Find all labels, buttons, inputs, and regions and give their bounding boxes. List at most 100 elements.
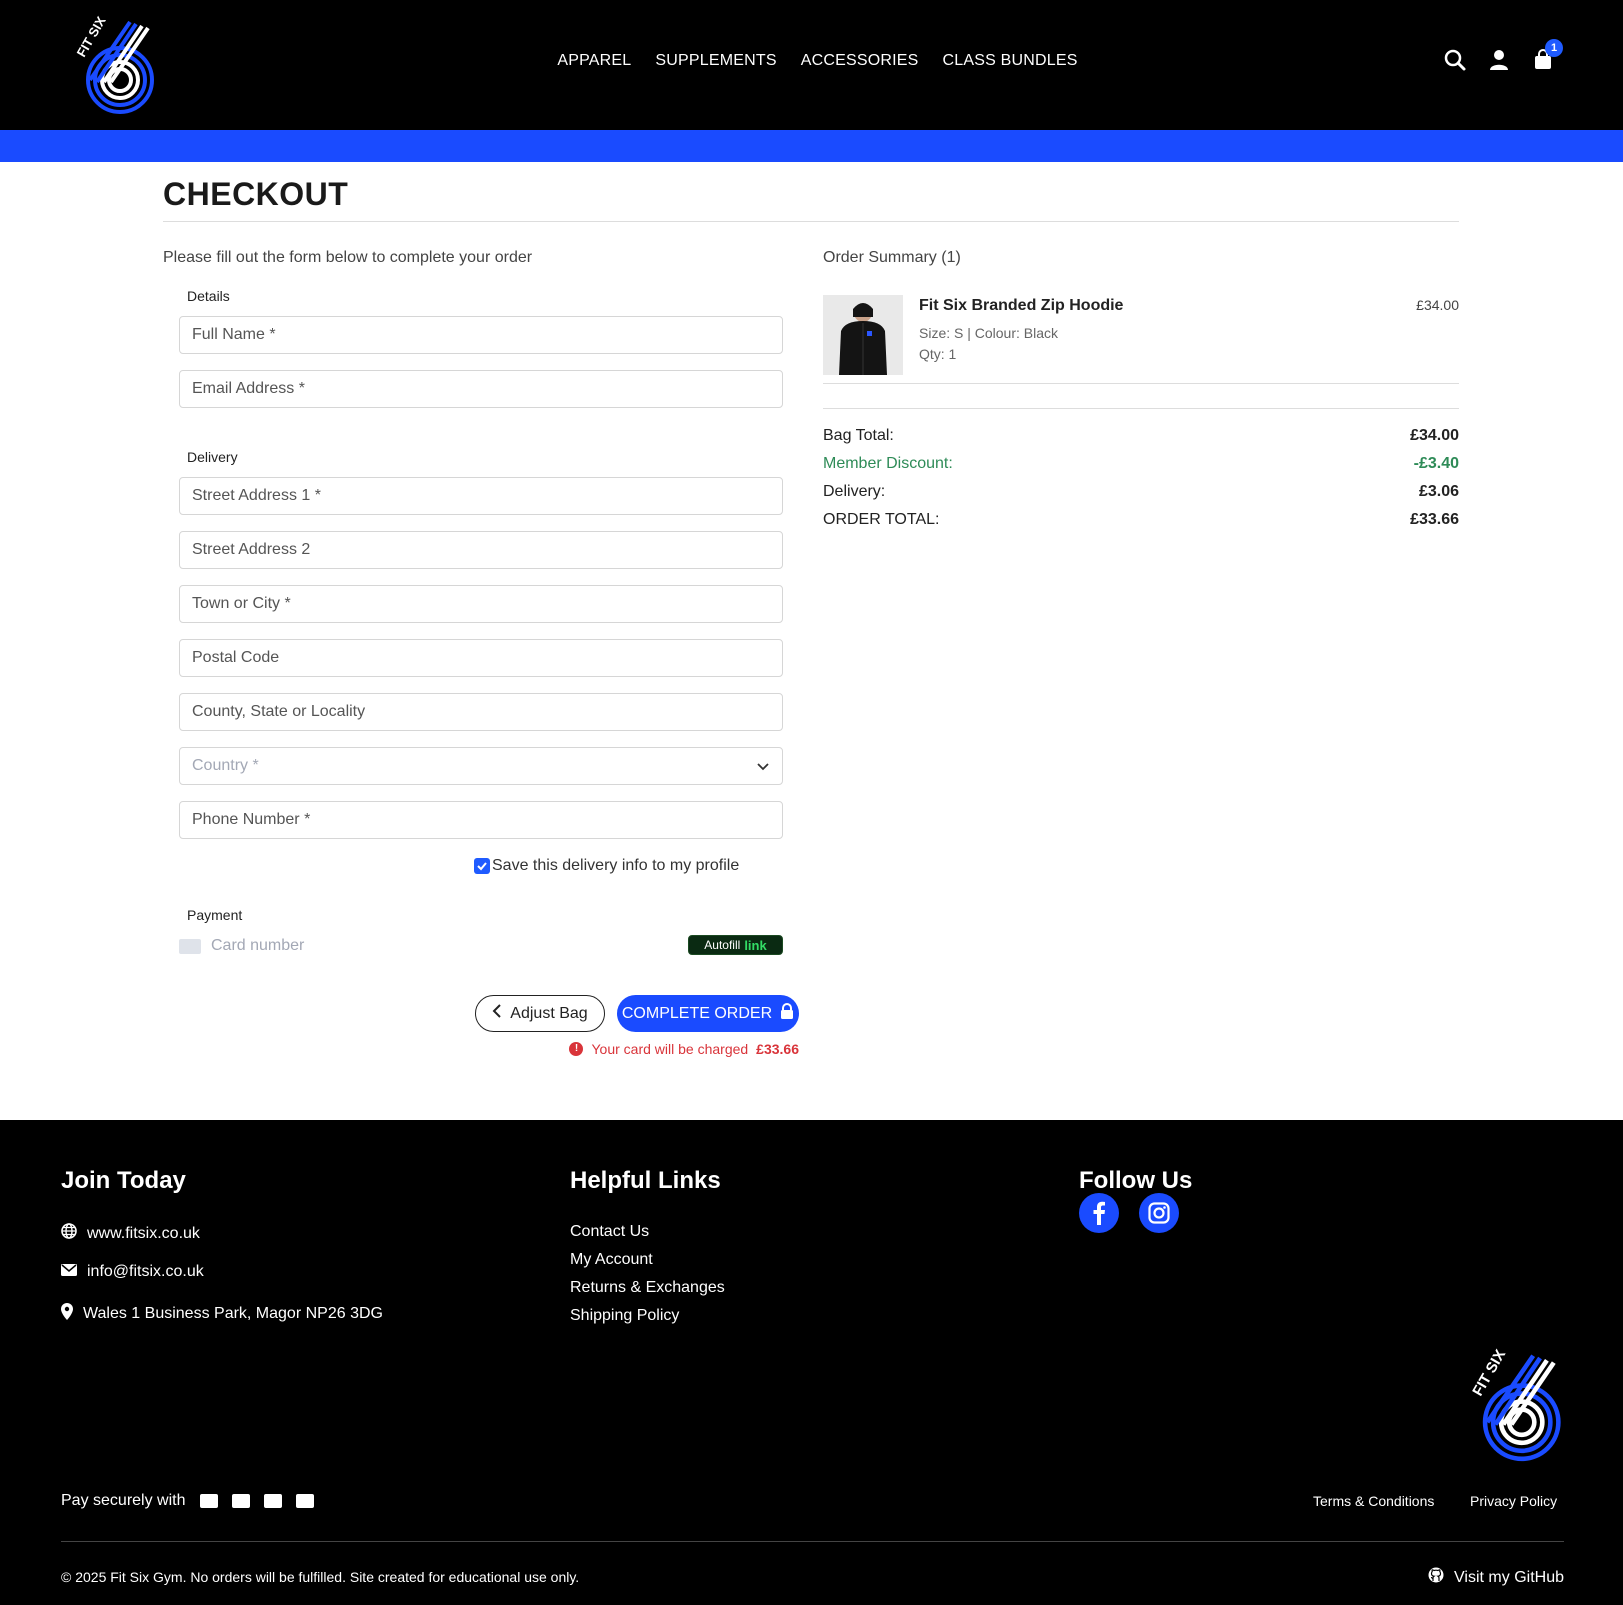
product-name[interactable]: Fit Six Branded Zip Hoodie [919,297,1123,315]
follow-us-heading: Follow Us [1079,1167,1193,1194]
county-field[interactable]: County, State or Locality [179,693,783,731]
bag-total-label: Bag Total: [823,427,894,444]
github-link[interactable]: Visit my GitHub [1428,1567,1564,1588]
copyright-text: © 2025 Fit Six Gym. No orders will be fu… [61,1569,580,1585]
town-city-field[interactable]: Town or City * [179,585,783,623]
website-link[interactable]: www.fitsix.co.uk [87,1225,200,1243]
phone-number-field[interactable]: Phone Number * [179,801,783,839]
details-label: Details [187,288,230,304]
product-variant: Size: S | Colour: Black [919,325,1059,341]
address-line: Wales 1 Business Park, Magor NP26 3DG [61,1303,383,1325]
header-actions: 1 [1443,39,1563,72]
complete-order-label: COMPLETE ORDER [621,1004,773,1022]
order-total-value: £33.66 [1410,511,1459,528]
street-address-1-field[interactable]: Street Address 1 * [179,477,783,515]
join-heading: Join Today [61,1167,186,1194]
privacy-policy-link[interactable]: Privacy Policy [1470,1493,1557,1509]
payment-label: Payment [187,907,243,923]
delivery-label: Delivery [187,449,238,465]
accent-band [0,130,1623,162]
email-line[interactable]: info@fitsix.co.uk [61,1263,204,1281]
facebook-icon[interactable] [1079,1193,1119,1233]
alert-icon: ! [569,1042,584,1056]
charge-amount: £33.66 [756,1041,799,1057]
site-header: FIT SIX APPAREL SUPPLEMENTS ACCESSORIES … [0,0,1623,130]
street-address-2-field[interactable]: Street Address 2 [179,531,783,569]
pay-securely-text: Pay securely with [61,1492,186,1509]
helpful-links-heading: Helpful Links [570,1167,721,1194]
delivery-value: £3.06 [1418,483,1459,500]
country-select[interactable]: Country * [179,747,783,785]
site-footer: Join Today www.fitsix.co.uk info@fitsix.… [0,1120,1623,1605]
nav-apparel[interactable]: APPAREL [557,52,631,70]
complete-order-button[interactable]: COMPLETE ORDER [617,995,799,1032]
summary-divider-totals [823,408,1459,409]
country-select-label: Country * [192,757,259,774]
card-number-field[interactable]: Card number Autofill link [179,934,783,958]
summary-divider [823,383,1459,384]
order-total-label: ORDER TOTAL: [823,511,940,528]
nav-supplements[interactable]: SUPPLEMENTS [655,52,776,70]
link-brand-label: link [744,937,767,953]
credit-card-icon [179,938,201,954]
nav-accessories[interactable]: ACCESSORIES [801,52,919,70]
product-quantity: Qty: 1 [919,346,957,362]
github-icon [1428,1567,1444,1588]
postal-code-field[interactable]: Postal Code [179,639,783,677]
lock-icon [780,1003,794,1024]
terms-link[interactable]: Terms & Conditions [1313,1493,1434,1509]
save-info-label[interactable]: Save this delivery info to my profile [492,857,739,875]
order-summary-title: Order Summary (1) [823,249,961,266]
cart-count-badge: 1 [1545,39,1563,57]
charge-notice: ! Your card will be charged £33.66 [569,1041,799,1057]
main-nav: APPAREL SUPPLEMENTS ACCESSORIES CLASS BU… [0,52,1623,70]
envelope-icon [61,1263,77,1281]
autofill-label: Autofill [704,938,741,952]
mastercard-icon [231,1494,250,1508]
website-line[interactable]: www.fitsix.co.uk [61,1223,200,1244]
my-account-link[interactable]: My Account [570,1251,653,1269]
email-field[interactable]: Email Address * [179,370,783,408]
delivery-row: Delivery: £3.06 [823,483,1459,501]
contact-us-link[interactable]: Contact Us [570,1223,649,1241]
title-divider [163,221,1459,222]
payment-methods: Pay securely with [61,1492,314,1510]
adjust-bag-label: Adjust Bag [510,1004,588,1022]
checkout-intro: Please fill out the form below to comple… [163,249,533,266]
globe-icon [61,1223,77,1244]
returns-exchanges-link[interactable]: Returns & Exchanges [570,1279,725,1297]
address-text: Wales 1 Business Park, Magor NP26 3DG [83,1305,383,1322]
card-icon [295,1494,314,1508]
save-info-row: Save this delivery info to my profile [474,857,739,875]
chevron-down-icon [756,759,770,773]
github-label: Visit my GitHub [1454,1568,1564,1586]
email-link[interactable]: info@fitsix.co.uk [87,1263,204,1281]
bag-total-row: Bag Total: £34.00 [823,427,1459,445]
member-discount-value: -£3.40 [1413,455,1459,472]
map-pin-icon [61,1303,73,1325]
charge-notice-text: Your card will be charged [591,1041,749,1057]
shopping-bag-icon[interactable]: 1 [1531,39,1563,72]
visa-icon [199,1494,218,1508]
amex-icon [263,1494,282,1508]
bag-total-value: £34.00 [1410,427,1459,444]
card-number-placeholder: Card number [211,937,305,954]
product-thumbnail[interactable] [823,295,903,375]
full-name-field[interactable]: Full Name * [179,316,783,354]
delivery-label: Delivery: [823,483,886,500]
autofill-link-button[interactable]: Autofill link [688,935,783,955]
instagram-icon[interactable] [1139,1193,1179,1233]
save-info-checkbox[interactable] [474,858,490,874]
member-discount-label: Member Discount: [823,455,953,472]
search-icon[interactable] [1443,48,1467,72]
footer-divider [61,1541,1564,1542]
chevron-left-icon [492,1004,502,1023]
adjust-bag-button[interactable]: Adjust Bag [475,995,605,1032]
page-title: CHECKOUT [163,176,349,212]
shipping-policy-link[interactable]: Shipping Policy [570,1307,679,1325]
member-discount-row: Member Discount: -£3.40 [823,455,1459,473]
product-price: £34.00 [1416,297,1459,313]
order-total-row: ORDER TOTAL: £33.66 [823,511,1459,529]
nav-class-bundles[interactable]: CLASS BUNDLES [943,52,1078,70]
user-icon[interactable] [1487,48,1511,72]
